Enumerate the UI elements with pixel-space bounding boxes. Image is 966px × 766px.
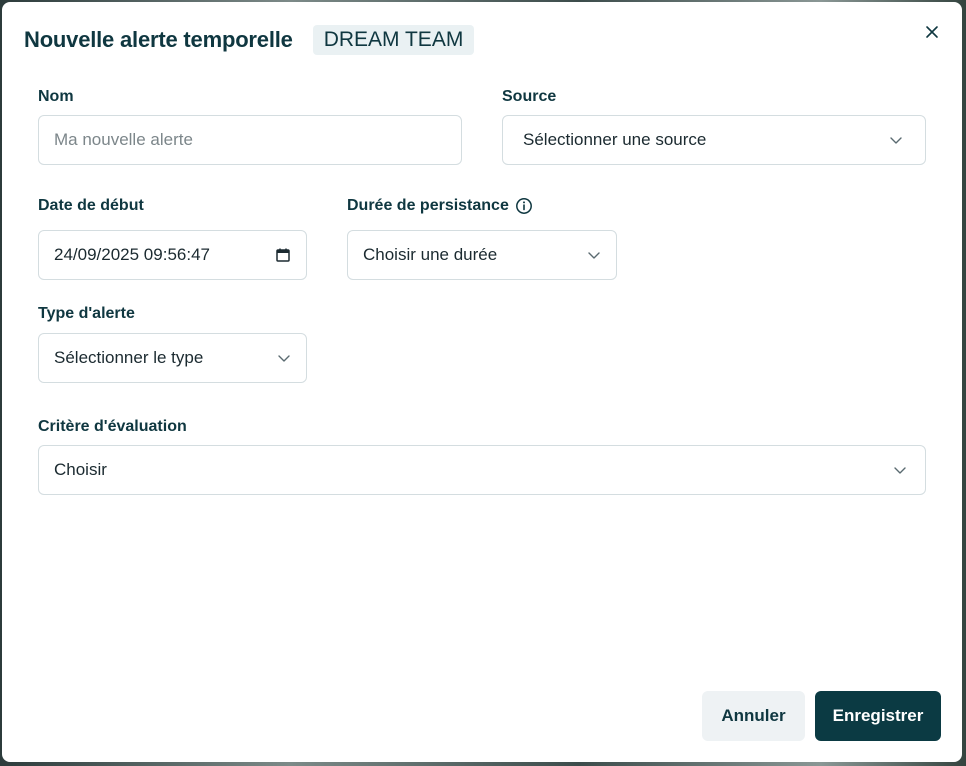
criteria-select-value: Choisir	[54, 460, 107, 479]
alert-type-select[interactable]: Sélectionner le type	[38, 333, 307, 383]
persistence-label-row: Durée de persistance	[347, 197, 533, 215]
criteria-label: Critère d'évaluation	[38, 418, 187, 435]
chevron-down-icon	[890, 137, 902, 144]
save-button[interactable]: Enregistrer	[815, 691, 941, 741]
name-input[interactable]	[54, 130, 446, 150]
name-label: Nom	[38, 88, 74, 105]
start-date-value: 24/09/2025 09:56:47	[54, 245, 210, 264]
cancel-button[interactable]: Annuler	[702, 691, 805, 741]
start-date-input[interactable]: 24/09/2025 09:56:47	[38, 230, 307, 280]
source-select-value: Sélectionner une source	[523, 130, 707, 149]
persistence-label: Durée de persistance	[347, 197, 509, 214]
new-alert-dialog: Nouvelle alerte temporelle DREAM TEAM No…	[2, 2, 962, 762]
start-date-label: Date de début	[38, 197, 144, 214]
alert-type-select-value: Sélectionner le type	[54, 348, 204, 367]
source-select[interactable]: Sélectionner une source	[502, 115, 926, 165]
dialog-title: Nouvelle alerte temporelle	[24, 27, 293, 52]
dialog-header: Nouvelle alerte temporelle DREAM TEAM	[24, 24, 475, 56]
info-icon[interactable]	[515, 197, 533, 215]
source-label: Source	[502, 88, 557, 105]
close-button[interactable]	[924, 24, 940, 40]
team-badge: DREAM TEAM	[312, 25, 475, 55]
criteria-select[interactable]: Choisir	[38, 445, 926, 495]
chevron-down-icon	[588, 252, 600, 259]
calendar-icon[interactable]	[275, 247, 291, 263]
chevron-down-icon	[894, 467, 906, 474]
persistence-select[interactable]: Choisir une durée	[347, 230, 617, 280]
persistence-select-value: Choisir une durée	[363, 245, 498, 264]
close-icon	[926, 26, 938, 38]
alert-type-label: Type d'alerte	[38, 305, 135, 322]
name-field-wrapper	[38, 115, 462, 165]
chevron-down-icon	[278, 355, 290, 362]
